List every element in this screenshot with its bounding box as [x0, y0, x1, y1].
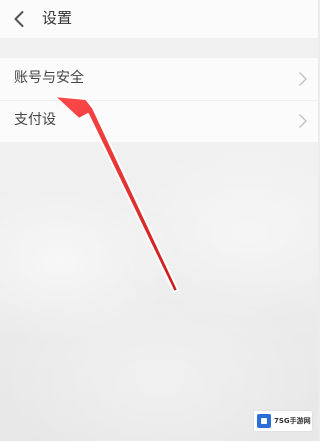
settings-page: 设置 账号与安全 支付设 7SG手游网 — [0, 0, 318, 441]
back-icon[interactable] — [10, 9, 30, 29]
top-bar: 设置 — [0, 0, 318, 38]
site-logo-icon — [257, 414, 271, 428]
settings-item-payment[interactable]: 支付设 — [0, 100, 318, 142]
watermark-badge: 7SG手游网 — [254, 411, 312, 431]
settings-item-label: 账号与安全 — [14, 70, 84, 86]
settings-list: 账号与安全 支付设 — [0, 58, 318, 142]
page-title: 设置 — [42, 9, 73, 27]
chevron-right-icon — [299, 72, 307, 86]
chevron-right-icon — [299, 114, 307, 128]
blurred-background — [0, 142, 318, 441]
settings-item-label: 支付设 — [14, 112, 56, 128]
section-gap — [0, 38, 318, 58]
watermark-text: 7SG手游网 — [274, 417, 311, 425]
settings-item-account-security[interactable]: 账号与安全 — [0, 58, 318, 101]
